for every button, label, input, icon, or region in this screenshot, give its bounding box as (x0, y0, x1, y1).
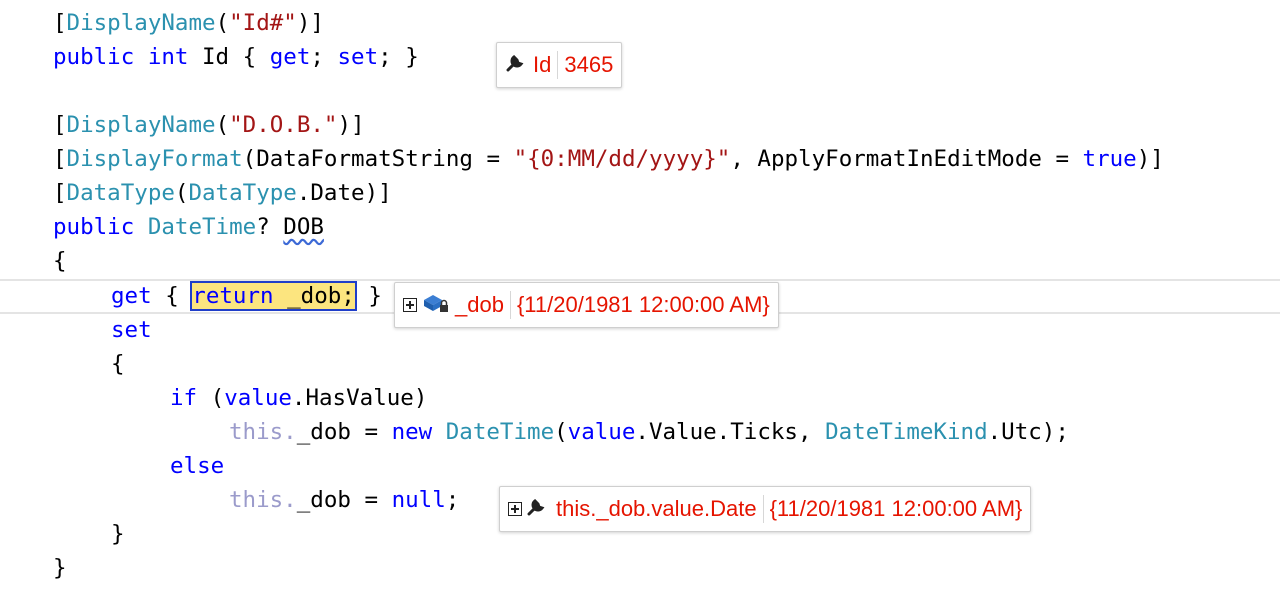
divider (509, 291, 511, 319)
brace: } (354, 283, 382, 309)
bracket: [ (53, 10, 67, 36)
assignment: _dob = (296, 487, 392, 513)
type-name: DateTime (445, 419, 555, 445)
get-accessor: get (111, 283, 152, 309)
attribute-name: DataType (66, 180, 175, 206)
bracket: [ (53, 146, 67, 172)
datatip-value[interactable]: {11/20/1981 12:00:00 AM} (770, 496, 1023, 522)
datatip-dob[interactable]: _dob {11/20/1981 12:00:00 AM} (394, 282, 779, 328)
expand-icon[interactable] (508, 502, 522, 516)
code-line-4: [DisplayName("D.O.B.")] (0, 108, 1280, 142)
wrench-icon (526, 495, 548, 523)
code-line-14: else (0, 449, 1280, 483)
expression: .HasValue) (291, 385, 428, 411)
punct: )] (1136, 146, 1164, 172)
assignment: _dob = (296, 419, 392, 445)
divider (557, 51, 559, 79)
punct: ; (310, 44, 324, 70)
expand-icon[interactable] (403, 298, 417, 312)
string-literal: "D.O.B." (229, 112, 338, 138)
brace: { (53, 248, 67, 274)
statement: _dob; (273, 283, 355, 309)
this-keyword: this. (229, 419, 297, 445)
datatip-name: this._dob.value.Date (556, 496, 757, 521)
expression: .Value.Ticks, (635, 419, 826, 445)
code-line-17: } (0, 551, 1280, 585)
brace: } (111, 521, 125, 547)
expression: .Utc); (987, 419, 1069, 445)
property-name[interactable]: Id (202, 44, 229, 70)
bracket: [ (53, 180, 67, 206)
punct: ( (554, 419, 568, 445)
punct: ( (215, 112, 230, 138)
this-keyword: this. (229, 487, 297, 513)
current-statement-highlight[interactable]: return _dob; (190, 281, 357, 311)
attribute-name: DisplayName (66, 10, 216, 36)
punct: ( (174, 180, 189, 206)
punct: ? (256, 214, 270, 240)
set-accessor: set (337, 44, 379, 70)
attribute-name: DisplayName (66, 112, 216, 138)
code-line-11: { (0, 347, 1280, 381)
datatip-value[interactable]: 3465 (564, 52, 613, 78)
keyword: new (391, 419, 433, 445)
code-line-13: this._dob = new DateTime(value.Value.Tic… (0, 415, 1280, 449)
bracket: [ (53, 112, 67, 138)
brace: } (53, 555, 67, 581)
code-editor[interactable]: [DisplayName("Id#")] public int Id { get… (0, 0, 1280, 589)
type-name: DataType (188, 180, 297, 206)
keyword: return (192, 283, 274, 309)
keyword: value (224, 385, 292, 411)
brace: } (405, 44, 419, 70)
get-accessor: get (269, 44, 311, 70)
punct: ; (378, 44, 392, 70)
attribute-args: (DataFormatString = (242, 146, 514, 172)
wrench-icon (505, 51, 527, 79)
brace: { (165, 283, 179, 309)
code-line-2: public int Id { get; set; } (0, 40, 1280, 74)
divider (762, 495, 764, 523)
datatip-name: _dob (455, 292, 504, 317)
keyword: public (53, 214, 135, 240)
attribute-args: , ApplyFormatInEditMode = (730, 146, 1083, 172)
punct: )] (337, 112, 365, 138)
set-accessor: set (111, 317, 152, 343)
keyword: value (567, 419, 636, 445)
type-name: DateTimeKind (825, 419, 988, 445)
datatip-name: Id (533, 52, 552, 77)
code-line-7: public DateTime? DOB (0, 210, 1280, 244)
keyword: null (391, 487, 446, 513)
keyword: public (53, 44, 135, 70)
keyword: int (147, 44, 189, 70)
keyword: true (1082, 146, 1137, 172)
brace: { (111, 351, 125, 377)
punct: )] (296, 10, 324, 36)
code-line-8: { (0, 244, 1280, 278)
punct: ( (197, 385, 225, 411)
datatip-dob-date[interactable]: this._dob.value.Date {11/20/1981 12:00:0… (499, 486, 1032, 532)
string-literal: "Id#" (229, 10, 297, 36)
datatip-id[interactable]: Id 3465 (496, 42, 623, 88)
string-literal: "{0:MM/dd/yyyy}" (513, 146, 731, 172)
attribute-name: DisplayFormat (66, 146, 243, 172)
code-line-5: [DisplayFormat(DataFormatString = "{0:MM… (0, 142, 1280, 176)
code-line-6: [DataType(DataType.Date)] (0, 176, 1280, 210)
brace: { (242, 44, 257, 70)
type-name: DateTime (147, 214, 257, 240)
property-name-dob[interactable]: DOB (283, 214, 324, 240)
private-field-icon (421, 290, 451, 320)
datatip-value[interactable]: {11/20/1981 12:00:00 AM} (517, 292, 770, 318)
punct: .Date)] (296, 180, 392, 206)
code-line-1: [DisplayName("Id#")] (0, 6, 1280, 40)
keyword: else (170, 453, 225, 479)
keyword: if (170, 385, 198, 411)
punct: ( (215, 10, 230, 36)
punct: ; (445, 487, 460, 513)
code-line-12: if (value.HasValue) (0, 381, 1280, 415)
